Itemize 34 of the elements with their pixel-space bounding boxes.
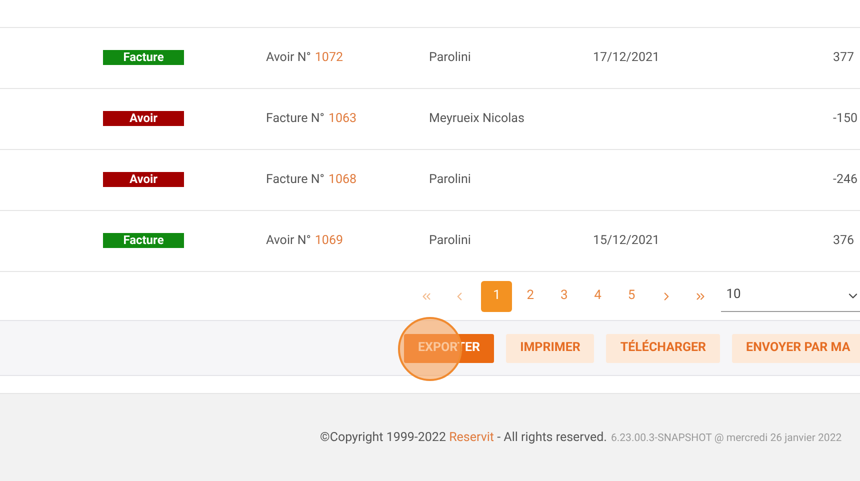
amount-text: -246 xyxy=(833,170,858,189)
page-size-select[interactable]: 10 xyxy=(721,280,860,312)
client-name: Meyrueix Nicolas xyxy=(429,110,524,126)
page-button[interactable]: 2 xyxy=(515,280,546,312)
status-badge: Facture xyxy=(103,50,184,65)
status-badge: Avoir xyxy=(103,172,184,187)
copyright-text: ©Copyright 1999-2022 Reservit - All rights reserved. xyxy=(320,428,607,447)
status-badge: Avoir xyxy=(103,110,184,126)
amount-text: 377 xyxy=(833,48,854,67)
document-label: Avoir N° xyxy=(266,232,311,250)
document-number-link[interactable]: 1063 xyxy=(328,110,357,128)
document-label: Facture N° xyxy=(266,170,324,189)
page-button[interactable]: 3 xyxy=(548,280,580,312)
document-number-link[interactable]: 1068 xyxy=(328,170,357,190)
action-button[interactable]: ENVOYER PAR MA xyxy=(732,334,860,362)
page-button[interactable]: 5 xyxy=(616,280,647,312)
document-number-link[interactable]: 1072 xyxy=(314,48,344,68)
page-button[interactable]: 4 xyxy=(582,280,614,312)
date-text: 15/12/2021 xyxy=(593,232,660,248)
document-number-link[interactable]: 1069 xyxy=(314,232,344,250)
client-name: Parolini xyxy=(429,172,471,187)
document-label: Facture N° xyxy=(266,110,324,128)
date-text: 17/12/2021 xyxy=(593,50,660,65)
client-name: Parolini xyxy=(429,50,471,65)
reservit-link[interactable]: Reservit xyxy=(449,430,494,445)
status-badge: Facture xyxy=(103,232,184,248)
version-text: 6.23.00.3-SNAPSHOT @ mercredi 26 janvier 2022 xyxy=(610,430,842,446)
action-button[interactable]: TÉLÉCHARGER xyxy=(606,334,720,362)
amount-text: -150 xyxy=(833,110,858,128)
page-button[interactable]: 1 xyxy=(481,280,512,312)
amount-text: 376 xyxy=(833,232,854,250)
action-button[interactable]: IMPRIMER xyxy=(506,334,594,362)
document-label: Avoir N° xyxy=(266,48,311,67)
client-name: Parolini xyxy=(429,232,471,248)
